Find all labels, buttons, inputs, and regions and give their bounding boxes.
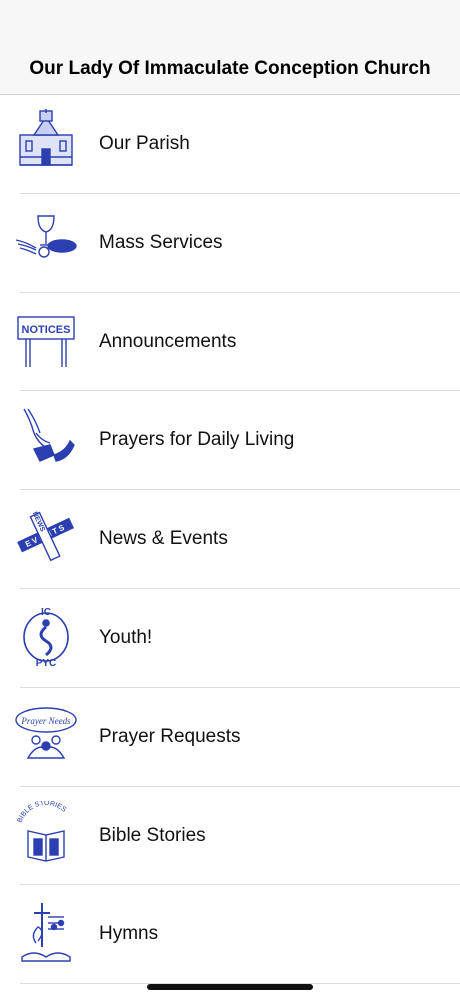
- hymns-icon: [14, 899, 78, 963]
- church-icon: [14, 109, 78, 173]
- menu-item-label: Youth!: [99, 626, 153, 648]
- menu-item-label: Announcements: [99, 330, 237, 352]
- menu-item-youth[interactable]: IC PYC Youth!: [0, 589, 460, 688]
- menu-item-prayers[interactable]: Prayers for Daily Living: [0, 391, 460, 490]
- ic-text: IC: [41, 607, 51, 618]
- prayer-needs-text: Prayer Needs: [20, 716, 71, 726]
- notices-sign-icon: NOTICES: [14, 307, 78, 371]
- menu-item-label: Prayer Requests: [99, 725, 241, 747]
- notices-sign-text: NOTICES: [22, 324, 71, 336]
- menu-item-label: Bible Stories: [99, 824, 206, 846]
- menu-item-bible-stories[interactable]: BIBLE STORIES Bible Stories: [0, 787, 460, 886]
- svg-text:BIBLE STORIES: BIBLE STORIES: [17, 801, 68, 824]
- menu-item-label: Prayers for Daily Living: [99, 429, 295, 451]
- bible-stories-icon: BIBLE STORIES: [14, 801, 78, 865]
- menu-item-announcements[interactable]: NOTICES Announcements: [0, 293, 460, 392]
- navigation-bar: Our Lady Of Immaculate Conception Church: [0, 0, 460, 95]
- chalice-bread-icon: [14, 208, 78, 272]
- news-events-crossword-icon: EVENTS NEWS: [14, 504, 78, 568]
- praying-hands-icon: [14, 405, 78, 469]
- home-indicator[interactable]: [147, 984, 313, 990]
- menu-item-hymns[interactable]: Hymns: [0, 885, 460, 984]
- bible-stories-text: BIBLE STORIES: [17, 801, 68, 824]
- pyc-text: PYC: [36, 658, 57, 667]
- menu-item-label: News & Events: [99, 528, 228, 550]
- menu-item-our-parish[interactable]: Our Parish: [0, 95, 460, 194]
- menu-item-label: Mass Services: [99, 231, 223, 253]
- menu-item-prayer-requests[interactable]: Prayer Needs Prayer Requests: [0, 688, 460, 787]
- menu-list: Our Parish Mass Services NOTICES Announc…: [0, 95, 460, 984]
- prayer-needs-icon: Prayer Needs: [14, 702, 78, 766]
- menu-item-news-events[interactable]: EVENTS NEWS News & Events: [0, 490, 460, 589]
- menu-item-mass-services[interactable]: Mass Services: [0, 194, 460, 293]
- menu-item-label: Our Parish: [99, 133, 190, 154]
- menu-item-label: Hymns: [99, 923, 159, 945]
- youth-pyc-icon: IC PYC: [14, 603, 78, 667]
- page-title: Our Lady Of Immaculate Conception Church: [29, 58, 431, 79]
